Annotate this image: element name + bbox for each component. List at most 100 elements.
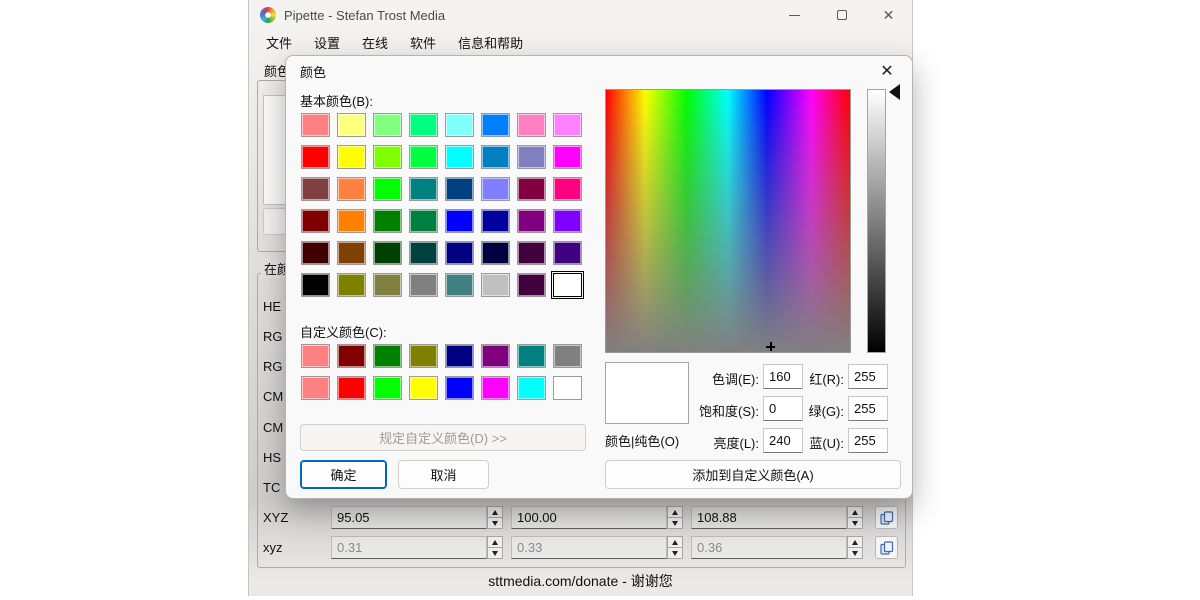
color-swatch[interactable] <box>445 177 474 201</box>
color-swatch[interactable] <box>373 344 402 368</box>
xyz-norm-z-input[interactable]: 0.36 <box>691 536 847 559</box>
color-swatch[interactable] <box>445 209 474 233</box>
color-swatch[interactable] <box>373 241 402 265</box>
color-swatch[interactable] <box>517 113 546 137</box>
dialog-close-button[interactable]: ✕ <box>876 60 898 82</box>
color-swatch[interactable] <box>481 344 510 368</box>
xyz-y-input[interactable]: 100.00 <box>511 506 667 529</box>
color-swatch[interactable] <box>337 209 366 233</box>
color-swatch[interactable] <box>481 241 510 265</box>
luminance-arrow-icon[interactable] <box>889 84 900 100</box>
color-swatch[interactable] <box>481 113 510 137</box>
spin-up-button[interactable] <box>487 536 503 548</box>
maximize-button[interactable] <box>818 0 865 30</box>
color-swatch[interactable] <box>445 273 474 297</box>
add-to-custom-colors-button[interactable]: 添加到自定义颜色(A) <box>605 460 901 489</box>
color-swatch[interactable] <box>301 273 330 297</box>
color-swatch[interactable] <box>337 241 366 265</box>
color-swatch[interactable] <box>409 145 438 169</box>
color-swatch[interactable] <box>517 241 546 265</box>
red-input[interactable]: 255 <box>848 364 888 389</box>
color-field-marker-icon[interactable] <box>766 342 775 351</box>
color-swatch[interactable] <box>553 241 582 265</box>
color-swatch[interactable] <box>553 113 582 137</box>
color-swatch[interactable] <box>445 376 474 400</box>
color-swatch[interactable] <box>481 273 510 297</box>
color-swatch[interactable] <box>409 209 438 233</box>
ok-button[interactable]: 确定 <box>300 460 387 489</box>
color-swatch[interactable] <box>553 145 582 169</box>
color-swatch[interactable] <box>517 376 546 400</box>
color-swatch[interactable] <box>553 376 582 400</box>
color-swatch[interactable] <box>517 273 546 297</box>
title-bar[interactable]: Pipette - Stefan Trost Media ✕ <box>249 0 912 30</box>
define-custom-colors-button[interactable]: 规定自定义颜色(D) >> <box>300 424 586 451</box>
color-swatch[interactable] <box>517 177 546 201</box>
spin-up-button[interactable] <box>847 506 863 518</box>
color-swatch[interactable] <box>409 241 438 265</box>
menu-item-settings[interactable]: 设置 <box>307 31 347 54</box>
close-button[interactable]: ✕ <box>865 0 912 30</box>
hue-saturation-field[interactable] <box>605 89 851 353</box>
menu-item-software[interactable]: 软件 <box>403 31 443 54</box>
color-swatch[interactable] <box>301 177 330 201</box>
spin-up-button[interactable] <box>667 506 683 518</box>
donate-link[interactable]: sttmedia.com/donate - 谢谢您 <box>249 571 912 591</box>
color-swatch[interactable] <box>553 344 582 368</box>
color-swatch[interactable] <box>337 376 366 400</box>
spin-down-button[interactable] <box>847 548 863 559</box>
color-swatch[interactable] <box>373 273 402 297</box>
color-swatch[interactable] <box>445 241 474 265</box>
color-swatch[interactable] <box>481 209 510 233</box>
xyz-norm-x-input[interactable]: 0.31 <box>331 536 487 559</box>
menu-item-file[interactable]: 文件 <box>259 31 299 54</box>
color-swatch[interactable] <box>373 177 402 201</box>
spin-up-button[interactable] <box>667 536 683 548</box>
color-swatch[interactable] <box>517 344 546 368</box>
color-swatch[interactable] <box>409 344 438 368</box>
color-swatch[interactable] <box>517 145 546 169</box>
xyz-x-input[interactable]: 95.05 <box>331 506 487 529</box>
color-swatch[interactable] <box>445 113 474 137</box>
color-swatch[interactable] <box>373 209 402 233</box>
xyz-z-input[interactable]: 108.88 <box>691 506 847 529</box>
color-swatch[interactable] <box>301 241 330 265</box>
color-swatch[interactable] <box>373 145 402 169</box>
cancel-button[interactable]: 取消 <box>398 460 489 489</box>
color-swatch[interactable] <box>337 177 366 201</box>
spin-down-button[interactable] <box>487 548 503 559</box>
color-swatch[interactable] <box>409 177 438 201</box>
color-swatch[interactable] <box>481 177 510 201</box>
green-input[interactable]: 255 <box>848 396 888 421</box>
minimize-button[interactable] <box>771 0 818 30</box>
color-swatch[interactable] <box>301 344 330 368</box>
color-swatch[interactable] <box>301 113 330 137</box>
color-swatch[interactable] <box>445 145 474 169</box>
color-swatch[interactable] <box>409 113 438 137</box>
color-swatch[interactable] <box>301 209 330 233</box>
color-swatch[interactable] <box>409 376 438 400</box>
spin-up-button[interactable] <box>847 536 863 548</box>
color-swatch[interactable] <box>553 177 582 201</box>
color-swatch[interactable] <box>481 145 510 169</box>
spin-up-button[interactable] <box>487 506 503 518</box>
color-swatch[interactable] <box>373 113 402 137</box>
color-swatch[interactable] <box>337 344 366 368</box>
xyz-norm-copy-button[interactable] <box>875 536 898 559</box>
spin-down-button[interactable] <box>667 548 683 559</box>
color-swatch[interactable] <box>409 273 438 297</box>
color-swatch[interactable] <box>517 209 546 233</box>
menu-item-info-help[interactable]: 信息和帮助 <box>451 31 530 54</box>
menu-item-online[interactable]: 在线 <box>355 31 395 54</box>
color-swatch[interactable] <box>301 376 330 400</box>
spin-down-button[interactable] <box>847 518 863 529</box>
xyz-norm-y-input[interactable]: 0.33 <box>511 536 667 559</box>
spin-down-button[interactable] <box>667 518 683 529</box>
color-swatch[interactable] <box>373 376 402 400</box>
color-swatch[interactable] <box>553 209 582 233</box>
color-swatch[interactable] <box>337 113 366 137</box>
color-swatch[interactable] <box>301 145 330 169</box>
color-swatch[interactable] <box>445 344 474 368</box>
blue-input[interactable]: 255 <box>848 428 888 453</box>
color-swatch[interactable] <box>337 273 366 297</box>
